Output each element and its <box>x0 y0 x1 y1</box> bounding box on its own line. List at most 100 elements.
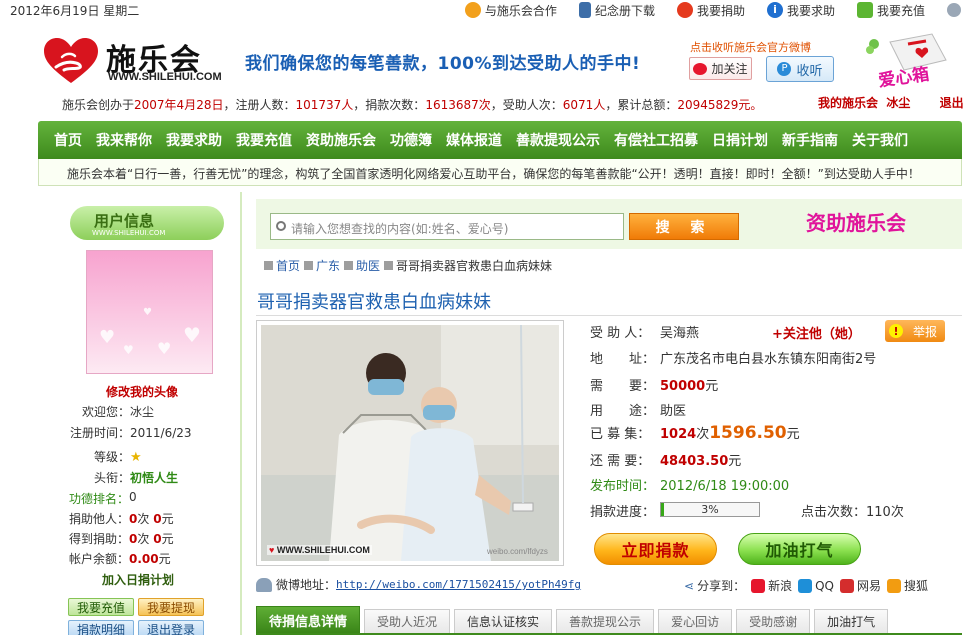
share-sohu[interactable]: 搜狐 <box>887 577 928 594</box>
recipient-row: 受 助 人： 吴海燕 <box>590 326 700 341</box>
hospital-photo-illustration <box>261 325 559 561</box>
nav-request-help[interactable]: 我要求助 <box>166 130 222 150</box>
top-link-donate[interactable]: 我要捐助 <box>676 2 745 19</box>
join-daily-plan-link[interactable]: 加入日捐计划 <box>102 571 174 588</box>
follow-recipient-link[interactable]: +关注他（她） <box>772 323 861 342</box>
tab-thanks[interactable]: 受助感谢 <box>736 609 811 633</box>
top-link-recharge[interactable]: 我要充值 <box>856 2 925 19</box>
progress-fill <box>661 503 664 516</box>
donate-now-button[interactable]: 立即捐款 <box>594 533 717 565</box>
address-row: 地 址： 广东茂名市电白县水东镇东阳南街2号 <box>590 352 877 367</box>
nav-recharge[interactable]: 我要充值 <box>236 130 292 150</box>
change-avatar-link[interactable]: 修改我的头像 <box>106 383 178 400</box>
qq-icon <box>798 578 813 593</box>
nav-daily-plan[interactable]: 日捐计划 <box>712 130 768 150</box>
sponsor-link[interactable]: 资助施乐会 <box>806 207 906 236</box>
avatar[interactable]: ♥ ♥ ♥ ♥ ♥ <box>86 250 213 374</box>
title-divider <box>256 315 962 316</box>
nav-withdrawal[interactable]: 善款提现公示 <box>516 130 600 150</box>
breadcrumb-category[interactable]: 助医 <box>356 257 380 274</box>
photo-weibo-watermark: weibo.com/lfdyzs <box>487 547 548 556</box>
breadcrumb-bullet-icon <box>264 261 273 270</box>
breadcrumb-province[interactable]: 广东 <box>316 257 340 274</box>
breadcrumb-home[interactable]: 首页 <box>276 257 300 274</box>
weibo-icon <box>693 62 708 75</box>
weibo-listen-button[interactable]: P 收听 <box>766 56 834 82</box>
top-link-cooperate[interactable]: 与施乐会合作 <box>464 2 557 19</box>
nav-guide[interactable]: 新手指南 <box>782 130 838 150</box>
book-icon <box>578 2 591 18</box>
nav-merit-book[interactable]: 功德簿 <box>390 130 432 150</box>
reg-time-row: 注册时间：2011/6/23 <box>69 426 192 440</box>
progress-row: 捐款进度： <box>590 505 656 520</box>
tab-cheer[interactable]: 加油打气 <box>814 609 889 633</box>
netease-icon <box>839 578 854 593</box>
weibo-url-link[interactable]: http://weibo.com/1771502415/yotPh49fg <box>336 578 581 591</box>
top-links: 与施乐会合作 纪念册下载 我要捐助 i 我要求助 我要充值 <box>443 0 965 20</box>
search-button[interactable]: 搜 索 <box>629 213 739 240</box>
logout-link[interactable]: 退出 <box>940 96 964 110</box>
tencent-weibo-icon: P <box>777 62 792 76</box>
share-icon: ⋖ <box>684 578 695 593</box>
share-qq[interactable]: QQ <box>798 578 834 593</box>
donation-progress-bar: 3% <box>660 502 760 517</box>
withdraw-button[interactable]: 我要提现 <box>138 598 204 616</box>
user-info-header: 用户信息 WWW.SHILEHUI.COM <box>70 206 224 240</box>
share-sina[interactable]: 新浪 <box>751 577 792 594</box>
tab-verification[interactable]: 信息认证核实 <box>454 609 553 633</box>
tab-withdrawal[interactable]: 善款提现公示 <box>556 609 655 633</box>
cheer-button[interactable]: 加油打气 <box>738 533 861 565</box>
nav-media[interactable]: 媒体报道 <box>446 130 502 150</box>
username-link[interactable]: 冰尘 <box>886 96 910 110</box>
user-sidebar: 用户信息 WWW.SHILEHUI.COM ♥ ♥ ♥ ♥ ♥ 修改我的头像 欢… <box>38 192 242 635</box>
main-nav: 首页 我来帮你 我要求助 我要充值 资助施乐会 功德簿 媒体报道 善款提现公示 … <box>38 121 962 159</box>
top-link-request-help[interactable]: i 我要求助 <box>766 2 835 19</box>
nav-recruit[interactable]: 有偿社工招募 <box>614 130 698 150</box>
detail-tabs: 待捐信息详情 受助人近况 信息认证核实 善款提现公示 爱心回访 受助感谢 加油打… <box>256 606 962 635</box>
remaining-row: 还 需 要： 48403.50元 <box>590 454 742 469</box>
share-bar: ⋖ 分享到： 新浪 QQ 网易 搜狐 <box>684 577 929 594</box>
breadcrumb: 首页 广东 助医 哥哥捐卖器官救患白血病妹妹 <box>264 257 552 274</box>
donation-details-button[interactable]: 捐款明细 <box>68 620 134 635</box>
weibo-tip: 点击收听施乐会官方微博 <box>690 41 811 54</box>
nav-sponsor[interactable]: 资助施乐会 <box>306 130 376 150</box>
sina-icon <box>751 578 766 593</box>
heart-hand-logo-icon <box>44 38 98 83</box>
raised-row: 已 募 集： 1024次1596.50元 <box>590 423 800 443</box>
user-icon[interactable] <box>947 3 965 17</box>
share-netease[interactable]: 网易 <box>839 577 881 594</box>
top-bar: 2012年6月19日 星期二 与施乐会合作 纪念册下载 我要捐助 i 我要求助 我… <box>0 0 965 20</box>
welcome-row: 欢迎您：冰尘 <box>81 405 155 419</box>
report-button[interactable]: ! 举报 <box>885 320 945 342</box>
page-title: 哥哥捐卖器官救患白血病妹妹 <box>257 292 491 313</box>
weibo-follow-button[interactable]: 加关注 <box>689 57 752 80</box>
site-stats: 施乐会创办于2007年4月28日，注册人数：101737人，捐款次数：16136… <box>62 98 763 112</box>
user-links: 我的施乐会 冰尘 退出 <box>818 94 964 111</box>
search-input[interactable]: 请输入您想查找的内容(如:姓名、爱心号) <box>270 213 624 240</box>
nav-about[interactable]: 关于我们 <box>852 130 908 150</box>
heart-icon <box>676 2 693 18</box>
click-count: 点击次数：110次 <box>801 505 904 520</box>
tab-details[interactable]: 待捐信息详情 <box>256 606 361 633</box>
case-photo-image: ♥ WWW.SHILEHUI.COM weibo.com/lfdyzs <box>261 325 559 561</box>
top-link-album-download[interactable]: 纪念册下载 <box>578 2 655 19</box>
level-row: 等级：★ <box>93 450 142 465</box>
logout-button[interactable]: 退出登录 <box>138 620 204 635</box>
site-logo[interactable]: 施乐会 WWW.SHILEHUI.COM <box>42 35 232 87</box>
case-photo[interactable]: ♥ WWW.SHILEHUI.COM weibo.com/lfdyzs <box>256 320 564 566</box>
breadcrumb-bullet-icon <box>344 261 354 270</box>
nav-help-you[interactable]: 我来帮你 <box>96 130 152 150</box>
logo-url: WWW.SHILEHUI.COM <box>108 71 222 83</box>
card-icon <box>856 2 873 18</box>
recharge-button[interactable]: 我要充值 <box>68 598 134 616</box>
nav-home[interactable]: 首页 <box>54 130 82 150</box>
tab-follow-up[interactable]: 爱心回访 <box>658 609 733 633</box>
user-icon <box>256 577 272 592</box>
breadcrumb-bullet-icon <box>304 261 314 270</box>
info-icon: i <box>766 2 783 18</box>
current-date: 2012年6月19日 星期二 <box>10 4 140 18</box>
donation-box-banner[interactable]: 爱心箱 <box>862 30 952 91</box>
my-site-link[interactable]: 我的施乐会 <box>818 96 878 110</box>
publish-time-row: 发布时间： 2012/6/18 19:00:00 <box>590 479 790 494</box>
tab-recent-status[interactable]: 受助人近况 <box>364 609 451 633</box>
